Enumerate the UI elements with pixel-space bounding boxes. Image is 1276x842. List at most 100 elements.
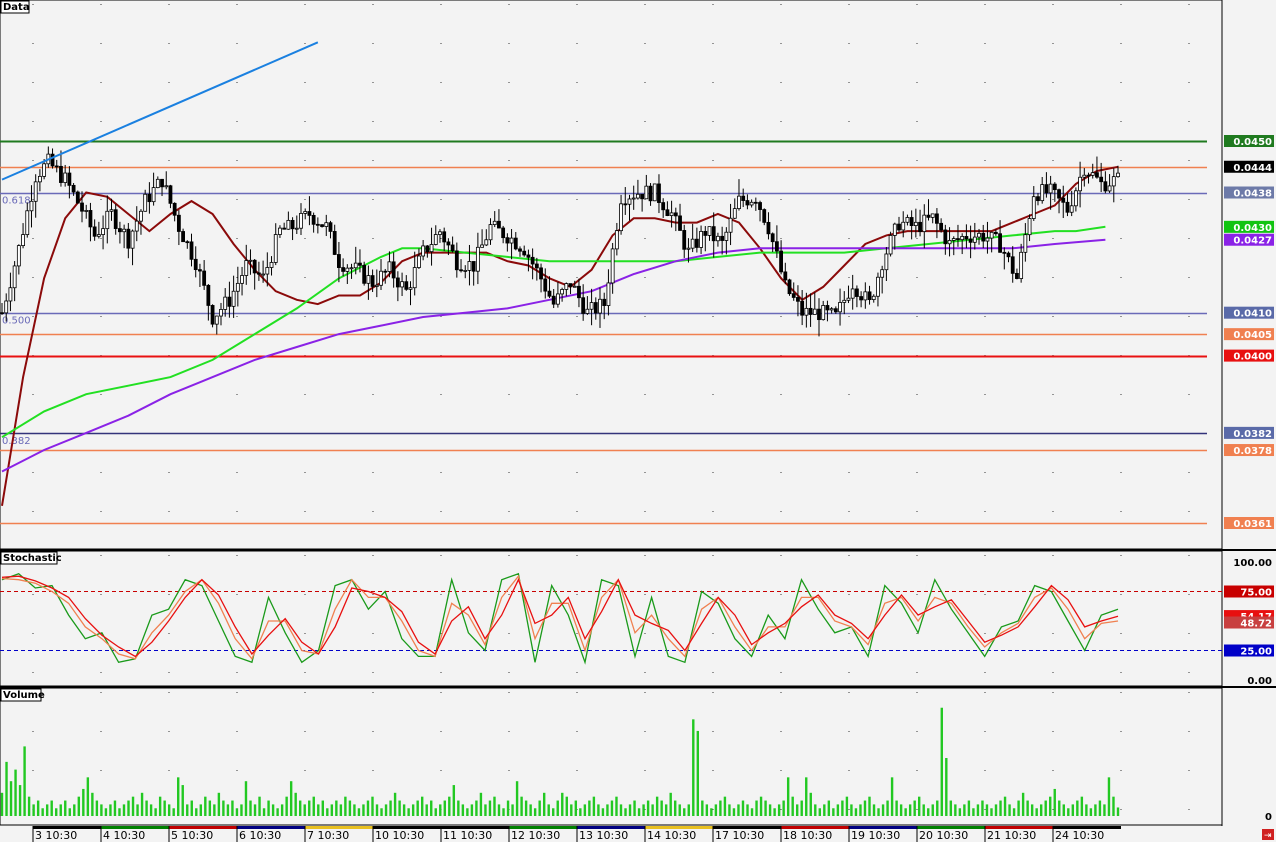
volume-bar [416, 800, 419, 816]
svg-text:0.0444: 0.0444 [1233, 163, 1272, 174]
date-label: 10 10:30 [375, 829, 424, 842]
volume-pane-label[interactable]: Volume [0, 688, 45, 702]
volume-bar [190, 800, 193, 816]
volume-bar [524, 800, 528, 816]
volume-bar [407, 808, 410, 816]
volume-bar [1035, 808, 1038, 816]
svg-text:48.72: 48.72 [1240, 619, 1272, 630]
volume-bar [633, 800, 636, 816]
volume-bar [27, 796, 31, 816]
volume-bar [384, 804, 388, 816]
svg-text:0.0382: 0.0382 [1233, 429, 1272, 440]
volume-bar [271, 804, 275, 816]
volume-bar [859, 804, 862, 816]
volume-bar [118, 808, 121, 816]
volume-bar [610, 800, 614, 816]
axis-value-badge: 100.00 [1233, 558, 1272, 569]
volume-bar [0, 792, 4, 816]
volume-bar [520, 796, 523, 816]
volume-bar [32, 804, 35, 816]
axis-value-badge: 25.00 [1224, 644, 1274, 658]
date-label: 3 10:30 [35, 829, 77, 842]
volume-bar [728, 804, 731, 816]
volume-bar [651, 804, 654, 816]
volume-bar [375, 804, 379, 816]
volume-bar [1017, 800, 1020, 816]
volume-bar [470, 804, 474, 816]
volume-bar [389, 800, 392, 816]
volume-bar [1049, 796, 1052, 816]
volume-bar [86, 777, 90, 816]
volume-bar [606, 804, 609, 816]
volume-bar [222, 800, 225, 816]
volume-bar [439, 804, 442, 816]
volume-bar [750, 808, 754, 816]
volume-bar [294, 792, 297, 816]
date-label: 21 10:30 [987, 829, 1036, 842]
volume-bar [330, 804, 334, 816]
volume-bar [308, 800, 311, 816]
volume-bar [800, 800, 803, 816]
volume-bar [827, 800, 831, 816]
volume-bar [357, 808, 361, 816]
volume-bar [475, 800, 478, 816]
date-label: 13 10:30 [579, 829, 628, 842]
volume-bar [881, 804, 885, 816]
volume-bar [204, 796, 207, 816]
volume-bar [181, 785, 184, 816]
volume-bar [552, 808, 555, 816]
volume-bar [737, 804, 740, 816]
volume-bar [1021, 792, 1025, 816]
volume-bar [687, 804, 690, 816]
volume-bar [624, 808, 627, 816]
volume-bar [208, 800, 212, 816]
volume-bar [430, 800, 433, 816]
volume-bar [244, 781, 248, 816]
volume-bar [1080, 796, 1084, 816]
volume-bar [949, 800, 953, 816]
price-pane-label[interactable]: Data [0, 0, 30, 14]
volume-bar [348, 800, 352, 816]
volume-bar [796, 804, 799, 816]
volume-bar [1071, 804, 1075, 816]
volume-bar [64, 800, 67, 816]
volume-bar [791, 796, 794, 816]
volume-bar [1085, 804, 1088, 816]
volume-bar [1030, 804, 1034, 816]
volume-bar [1103, 804, 1106, 816]
volume-bar [999, 800, 1002, 816]
volume-bar [73, 804, 76, 816]
volume-bar [818, 808, 821, 816]
volume-bar [371, 796, 374, 816]
volume-bar [823, 804, 826, 816]
volume-bar [886, 800, 889, 816]
volume-bar [1067, 808, 1070, 816]
volume-bar [109, 804, 112, 816]
volume-bar [741, 800, 745, 816]
date-label: 6 10:30 [239, 829, 281, 842]
volume-bar [145, 800, 148, 816]
stochastic-pane-label[interactable]: Stochastic [0, 551, 62, 565]
volume-bar [127, 800, 130, 816]
volume-bar [91, 792, 94, 816]
svg-text:0.00: 0.00 [1247, 676, 1272, 687]
volume-bar [457, 800, 460, 816]
volume-bar [963, 804, 966, 816]
volume-bar [1058, 800, 1061, 816]
volume-bar [908, 804, 912, 816]
volume-bar [646, 800, 650, 816]
date-label: 24 10:30 [1055, 829, 1104, 842]
volume-bar [303, 804, 306, 816]
volume-bar [253, 804, 257, 816]
volume-bar [570, 804, 573, 816]
volume-bar [954, 804, 957, 816]
volume-bar [506, 800, 510, 816]
price-pane-title: Data [3, 2, 30, 13]
scroll-end-button[interactable]: ⇥ [1262, 829, 1274, 841]
volume-bar [104, 808, 108, 816]
volume-bar [597, 804, 600, 816]
chart-canvas: 0.6180.5000.382 0.04500.04440.04380.0430… [0, 0, 1276, 842]
volume-bar [967, 800, 971, 816]
volume-bar [850, 804, 853, 816]
axis-value-badge: 0.0438 [1224, 186, 1274, 200]
